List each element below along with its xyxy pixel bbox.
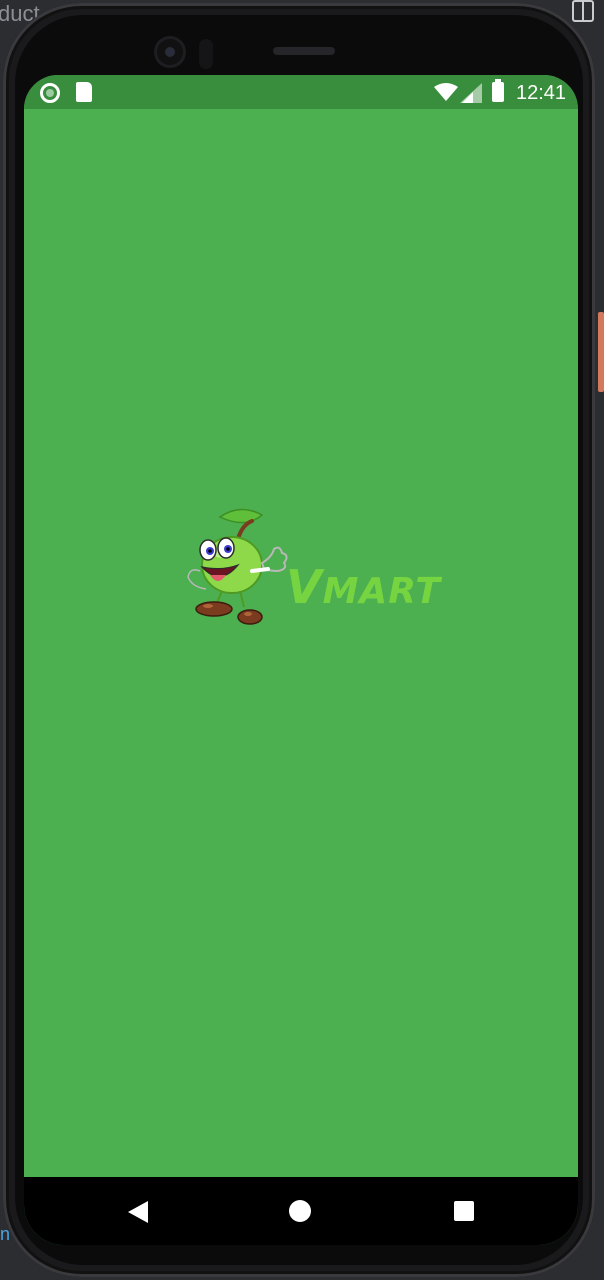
earpiece-speaker bbox=[273, 47, 335, 55]
signal-icon bbox=[460, 83, 482, 103]
notification-circle-icon bbox=[40, 83, 60, 103]
wifi-icon bbox=[434, 83, 458, 101]
stem-shape bbox=[236, 519, 254, 541]
front-camera-icon bbox=[157, 39, 183, 65]
ide-scroll-marker bbox=[598, 312, 604, 392]
leaf-shape bbox=[218, 508, 264, 524]
logo-letter-v: V bbox=[286, 560, 323, 614]
home-icon[interactable] bbox=[289, 1200, 311, 1222]
proximity-sensor bbox=[199, 39, 213, 69]
back-icon[interactable] bbox=[128, 1201, 148, 1223]
vmart-logo-text: VMART bbox=[286, 564, 441, 614]
logo-word-mart: MART bbox=[322, 571, 441, 612]
right-shoe-shape bbox=[237, 609, 263, 625]
split-view-icon[interactable] bbox=[572, 0, 594, 22]
status-bar: 12:41 bbox=[24, 75, 578, 109]
navigation-bar bbox=[24, 1177, 578, 1245]
splash-screen: 12:41 VMART bbox=[24, 75, 578, 1245]
sd-card-icon bbox=[76, 82, 92, 102]
recents-icon[interactable] bbox=[454, 1201, 474, 1221]
left-shoe-shape bbox=[195, 601, 233, 617]
status-time: 12:41 bbox=[516, 82, 567, 104]
battery-icon bbox=[492, 79, 504, 102]
